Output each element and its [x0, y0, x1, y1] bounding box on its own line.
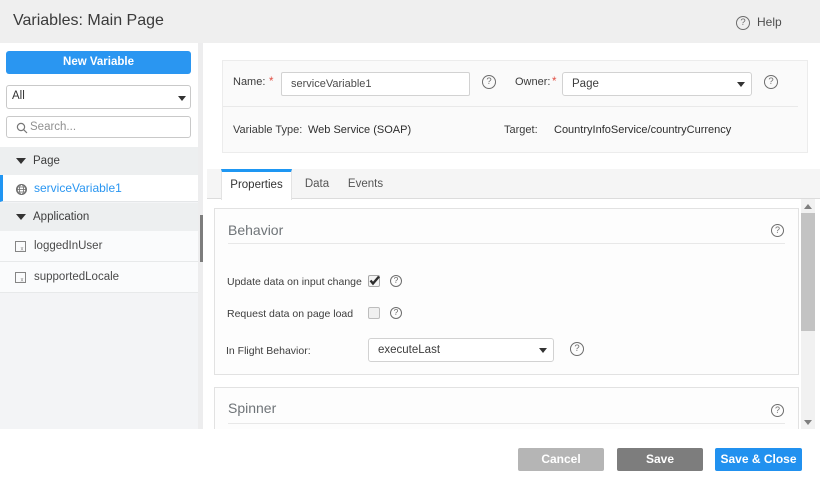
svg-text:x: x — [21, 246, 24, 252]
svg-text:x: x — [21, 277, 24, 283]
